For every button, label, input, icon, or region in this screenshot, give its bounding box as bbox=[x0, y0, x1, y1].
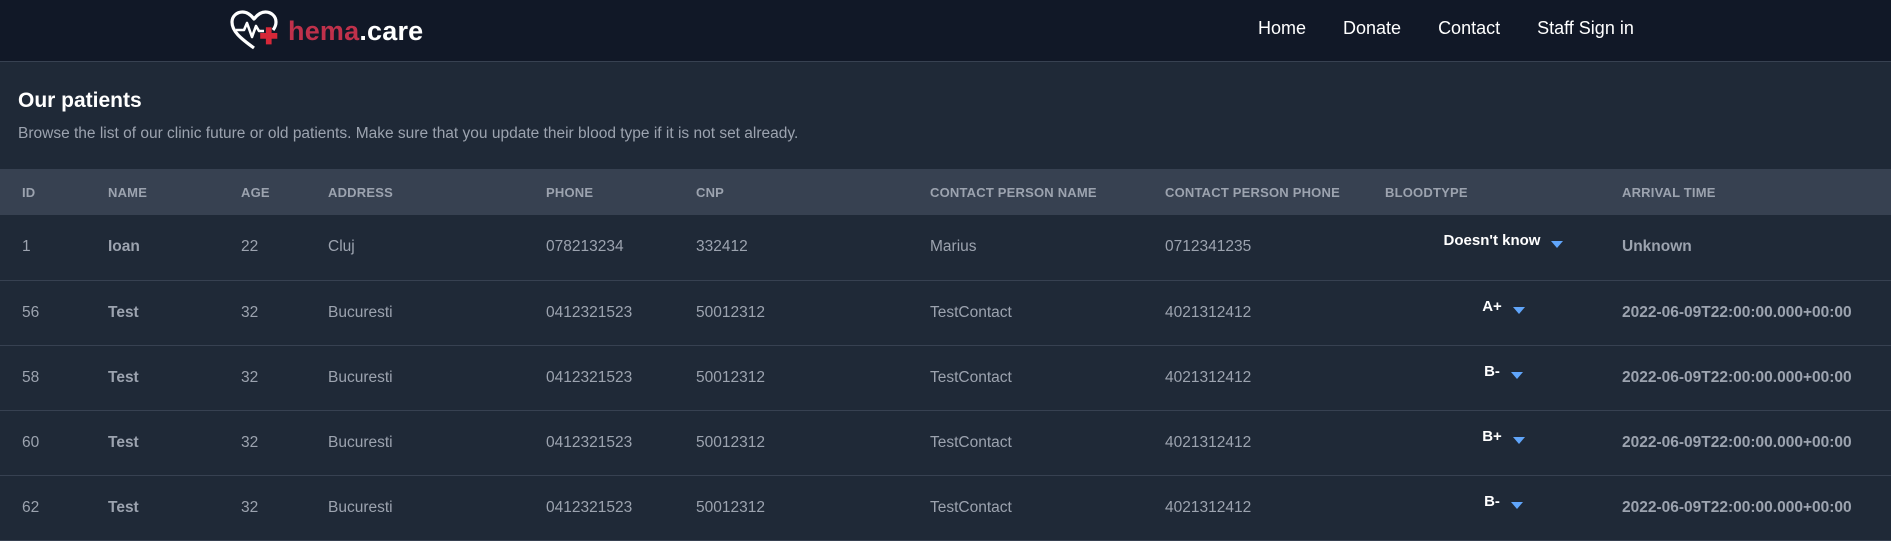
cell-cnp: 50012312 bbox=[696, 303, 765, 321]
cell-name: Ioan bbox=[108, 238, 140, 256]
cell-arrival-time: 2022-06-09T22:00:00.000+00:00 bbox=[1622, 498, 1852, 516]
cell-bloodtype: B- bbox=[1385, 475, 1622, 540]
bloodtype-value: B+ bbox=[1482, 427, 1502, 445]
cell-age: 22 bbox=[241, 238, 259, 256]
logo-wordmark: hema.care bbox=[288, 16, 423, 47]
cell-arrival-time: 2022-06-09T22:00:00.000+00:00 bbox=[1622, 433, 1852, 451]
bloodtype-value: A+ bbox=[1482, 297, 1502, 315]
cell-name: Test bbox=[108, 498, 139, 516]
cell-contact-phone: 0712341235 bbox=[1165, 238, 1252, 256]
cell-phone: 078213234 bbox=[546, 238, 624, 256]
cell-address: Bucuresti bbox=[328, 433, 393, 451]
table-row: 60 Test 32 Bucuresti 0412321523 50012312… bbox=[0, 410, 1891, 475]
cell-address: Bucuresti bbox=[328, 303, 393, 321]
nav-link-home[interactable]: Home bbox=[1258, 18, 1306, 39]
cell-age: 32 bbox=[241, 433, 259, 451]
bloodtype-value: B- bbox=[1484, 362, 1500, 380]
table-row: 56 Test 32 Bucuresti 0412321523 50012312… bbox=[0, 280, 1891, 345]
cell-arrival-time: Unknown bbox=[1622, 238, 1692, 256]
col-header-contact-person-phone: CONTACT PERSON PHONE bbox=[1165, 184, 1340, 200]
bloodtype-dropdown[interactable]: Doesn't know bbox=[1444, 232, 1564, 249]
col-header-contact-person-name: CONTACT PERSON NAME bbox=[930, 184, 1097, 200]
table-header-row: ID NAME AGE ADDRESS PHONE CNP CONTACT PE… bbox=[0, 169, 1891, 215]
cell-name: Test bbox=[108, 433, 139, 451]
nav-link-donate[interactable]: Donate bbox=[1343, 18, 1401, 39]
cell-address: Cluj bbox=[328, 238, 355, 256]
cell-name: Test bbox=[108, 368, 139, 386]
chevron-down-icon bbox=[1551, 241, 1564, 249]
nav-link-contact[interactable]: Contact bbox=[1438, 18, 1500, 39]
table-row: 58 Test 32 Bucuresti 0412321523 50012312… bbox=[0, 345, 1891, 410]
cell-address: Bucuresti bbox=[328, 368, 393, 386]
cell-name: Test bbox=[108, 303, 139, 321]
cell-phone: 0412321523 bbox=[546, 433, 633, 451]
chevron-down-icon bbox=[1510, 371, 1523, 379]
cell-arrival-time: 2022-06-09T22:00:00.000+00:00 bbox=[1622, 303, 1852, 321]
cell-contact-name: TestContact bbox=[930, 303, 1012, 321]
cell-id: 1 bbox=[22, 238, 31, 256]
cell-age: 32 bbox=[241, 368, 259, 386]
page-header: Our patients Browse the list of our clin… bbox=[0, 62, 1891, 169]
col-header-id: ID bbox=[22, 184, 36, 200]
nav-link-staff-sign-in[interactable]: Staff Sign in bbox=[1537, 18, 1634, 39]
bloodtype-value: Doesn't know bbox=[1443, 232, 1541, 250]
cell-id: 56 bbox=[22, 303, 40, 321]
cell-contact-name: Marius bbox=[930, 238, 977, 256]
cell-id: 58 bbox=[22, 368, 40, 386]
bloodtype-value: B- bbox=[1484, 492, 1500, 510]
cell-bloodtype: Doesn't know bbox=[1385, 215, 1622, 280]
cell-contact-phone: 4021312412 bbox=[1165, 303, 1252, 321]
cell-cnp: 50012312 bbox=[696, 498, 765, 516]
table-header: ID NAME AGE ADDRESS PHONE CNP CONTACT PE… bbox=[0, 169, 1891, 215]
col-header-bloodtype: BLOODTYPE bbox=[1385, 184, 1468, 200]
top-navbar: hema.care Home Donate Contact Staff Sign… bbox=[0, 0, 1891, 62]
chevron-down-icon bbox=[1512, 306, 1525, 314]
cell-id: 62 bbox=[22, 498, 40, 516]
cell-age: 32 bbox=[241, 303, 259, 321]
bloodtype-dropdown[interactable]: A+ bbox=[1482, 298, 1525, 315]
cell-contact-phone: 4021312412 bbox=[1165, 368, 1252, 386]
cell-age: 32 bbox=[241, 498, 259, 516]
col-header-phone: PHONE bbox=[546, 184, 594, 200]
bloodtype-dropdown[interactable]: B- bbox=[1484, 493, 1523, 510]
cell-bloodtype: B+ bbox=[1385, 410, 1622, 475]
col-header-arrival-time: ARRIVAL TIME bbox=[1622, 184, 1716, 200]
cell-bloodtype: B- bbox=[1385, 345, 1622, 410]
cell-phone: 0412321523 bbox=[546, 368, 633, 386]
logo-text-red: hema bbox=[288, 15, 360, 46]
page-subtitle: Browse the list of our clinic future or … bbox=[18, 125, 799, 142]
cell-contact-name: TestContact bbox=[930, 498, 1012, 516]
patients-table: ID NAME AGE ADDRESS PHONE CNP CONTACT PE… bbox=[0, 169, 1891, 541]
chevron-down-icon bbox=[1510, 501, 1523, 509]
cell-cnp: 50012312 bbox=[696, 433, 765, 451]
chevron-down-icon bbox=[1512, 436, 1525, 444]
cell-contact-phone: 4021312412 bbox=[1165, 498, 1252, 516]
cell-phone: 0412321523 bbox=[546, 498, 633, 516]
cell-cnp: 50012312 bbox=[696, 368, 765, 386]
nav-links: Home Donate Contact Staff Sign in bbox=[1258, 0, 1671, 56]
cell-contact-phone: 4021312412 bbox=[1165, 433, 1252, 451]
col-header-address: ADDRESS bbox=[328, 184, 393, 200]
col-header-name: NAME bbox=[108, 184, 148, 200]
cell-cnp: 332412 bbox=[696, 238, 748, 256]
logo-text-white: .care bbox=[359, 15, 424, 46]
cell-contact-name: TestContact bbox=[930, 368, 1012, 386]
cell-id: 60 bbox=[22, 433, 40, 451]
col-header-age: AGE bbox=[241, 184, 270, 200]
table-row: 62 Test 32 Bucuresti 0412321523 50012312… bbox=[0, 475, 1891, 540]
cell-arrival-time: 2022-06-09T22:00:00.000+00:00 bbox=[1622, 368, 1852, 386]
table-body: 1 Ioan 22 Cluj 078213234 332412 Marius 0… bbox=[0, 215, 1891, 540]
heart-pulse-cross-icon bbox=[230, 10, 282, 52]
cell-contact-name: TestContact bbox=[930, 433, 1012, 451]
table-row: 1 Ioan 22 Cluj 078213234 332412 Marius 0… bbox=[0, 215, 1891, 280]
bloodtype-dropdown[interactable]: B- bbox=[1484, 363, 1523, 380]
cell-phone: 0412321523 bbox=[546, 303, 633, 321]
page-title: Our patients bbox=[18, 89, 142, 112]
cell-address: Bucuresti bbox=[328, 498, 393, 516]
bloodtype-dropdown[interactable]: B+ bbox=[1482, 428, 1525, 445]
col-header-cnp: CNP bbox=[696, 184, 725, 200]
logo-link[interactable]: hema.care bbox=[230, 8, 423, 54]
cell-bloodtype: A+ bbox=[1385, 280, 1622, 345]
